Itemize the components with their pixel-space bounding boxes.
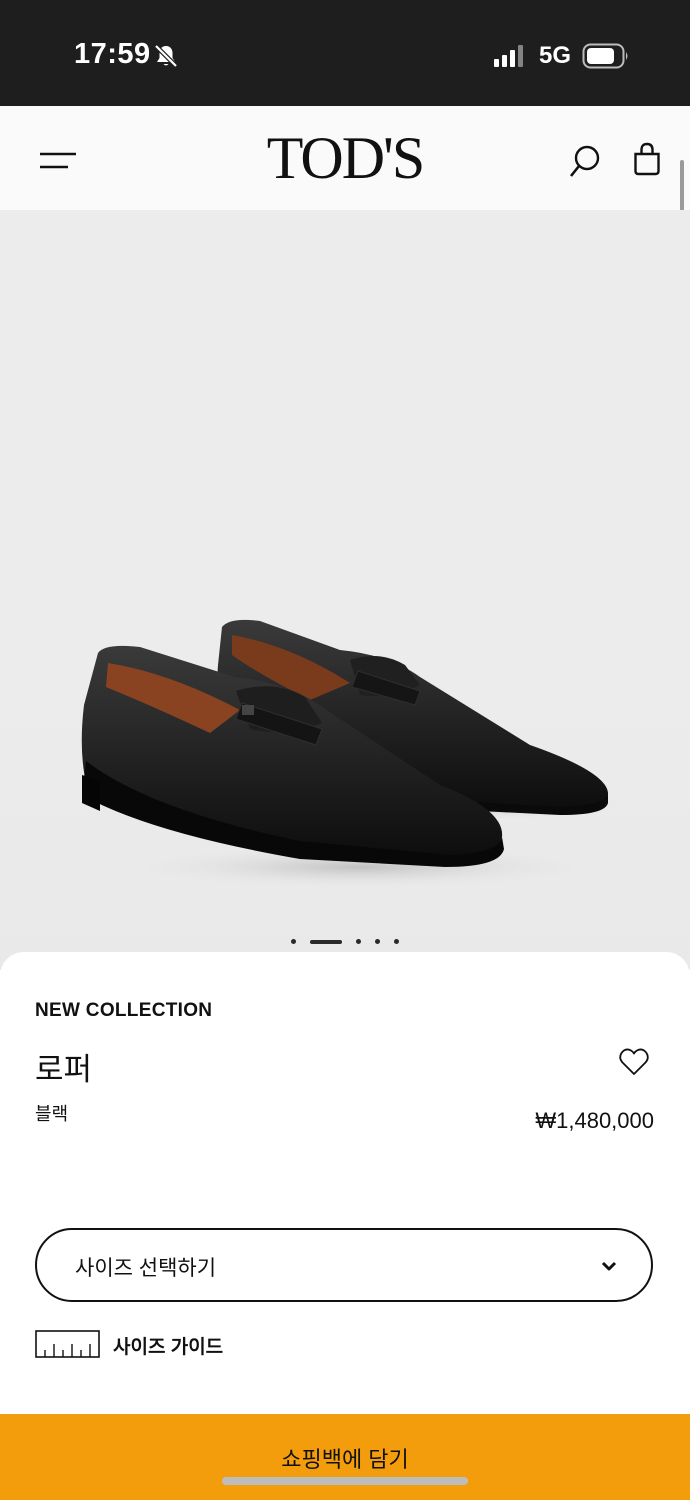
search-icon[interactable]: [568, 144, 602, 180]
add-to-bag-label: 쇼핑백에 담기: [281, 1447, 409, 1472]
product-color: 블랙: [35, 1104, 69, 1124]
gallery-dot-5[interactable]: [394, 939, 399, 945]
product-price: ₩1,480,000: [535, 1108, 654, 1133]
ruler-icon: [35, 1330, 100, 1358]
gallery-pagination: [0, 933, 690, 945]
add-to-bag-button[interactable]: 쇼핑백에 담기: [0, 1414, 690, 1500]
heart-icon[interactable]: [618, 1047, 650, 1077]
network-label: 5G: [539, 42, 572, 69]
size-select-dropdown[interactable]: 사이즈 선택하기: [35, 1228, 653, 1302]
status-time: 17:59: [74, 38, 151, 70]
signal-icon: [494, 45, 523, 67]
product-image: [81, 619, 630, 889]
gallery-dot-4[interactable]: [375, 939, 380, 945]
bag-icon[interactable]: [633, 142, 661, 176]
site-header: TOD'S: [0, 106, 690, 210]
status-bar: 17:59 5G: [0, 0, 690, 106]
battery-icon: [582, 43, 628, 69]
size-select-label: 사이즈 선택하기: [75, 1257, 217, 1280]
product-gallery[interactable]: [0, 210, 690, 970]
collection-label: NEW COLLECTION: [35, 1000, 213, 1021]
chevron-down-icon: [601, 1261, 617, 1271]
home-indicator[interactable]: [222, 1477, 468, 1485]
size-guide-link[interactable]: 사이즈 가이드: [35, 1328, 235, 1358]
product-info-sheet: NEW COLLECTION 로퍼 블랙 ₩1,480,000 사이즈 선택하기…: [0, 952, 690, 1500]
gallery-dot-1[interactable]: [291, 939, 296, 945]
bell-slash-icon: [154, 44, 178, 68]
product-name: 로퍼: [35, 1052, 93, 1087]
size-guide-label: 사이즈 가이드: [113, 1337, 224, 1358]
gallery-dot-3[interactable]: [356, 939, 361, 945]
gallery-dot-2-active[interactable]: [310, 939, 342, 944]
